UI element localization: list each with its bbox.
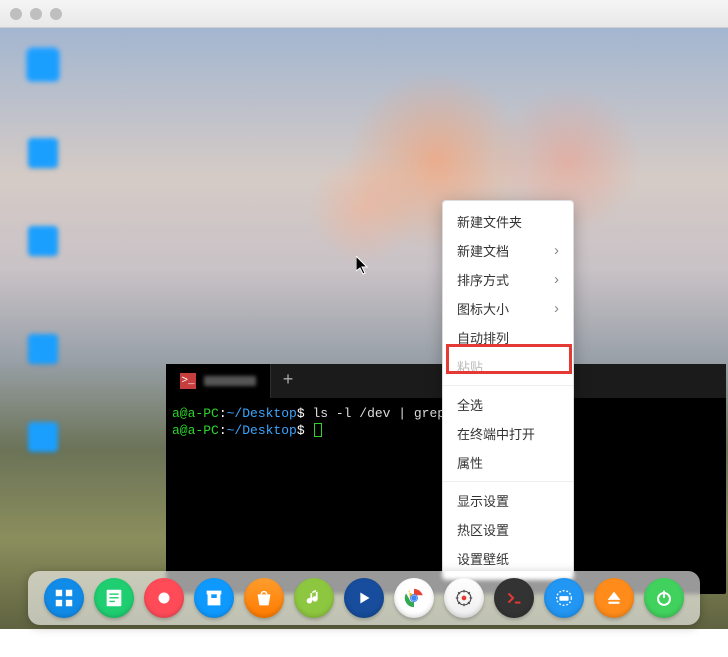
context-menu-item-label: 在终端中打开 — [457, 424, 535, 443]
context-menu-item[interactable]: 热区设置 — [443, 515, 573, 544]
cursor-icon — [356, 256, 372, 276]
dock-terminal-icon[interactable] — [494, 578, 534, 618]
desktop-context-menu: 新建文件夹新建文档排序方式图标大小自动排列粘贴全选在终端中打开属性显示设置热区设… — [442, 200, 574, 580]
context-menu-item[interactable]: 属性 — [443, 448, 573, 477]
context-menu-item[interactable]: 在终端中打开 — [443, 419, 573, 448]
context-menu-item[interactable]: 自动排列 — [443, 323, 573, 352]
dock-music-icon[interactable] — [294, 578, 334, 618]
dock-screen-recorder-icon[interactable] — [144, 578, 184, 618]
dock-appstore-icon[interactable] — [244, 578, 284, 618]
minimize-window-button[interactable] — [30, 8, 42, 20]
context-menu-item[interactable]: 排序方式 — [443, 265, 573, 294]
context-menu-item-label: 属性 — [457, 453, 483, 472]
terminal-tab[interactable]: >_ — [166, 364, 271, 398]
dock-wrap — [0, 567, 728, 629]
terminal-icon: >_ — [180, 373, 196, 389]
context-menu-separator — [443, 481, 573, 482]
terminal-add-tab-button[interactable]: + — [271, 364, 305, 398]
dock-keyboard-icon[interactable] — [544, 578, 584, 618]
terminal-tab-title — [204, 376, 256, 386]
context-menu-item[interactable]: 图标大小 — [443, 294, 573, 323]
desktop-icon[interactable] — [28, 226, 58, 256]
terminal-cursor — [314, 423, 322, 437]
desktop-icon[interactable] — [28, 334, 58, 364]
context-menu-item-label: 设置壁纸 — [457, 549, 509, 568]
context-menu-item-label: 粘贴 — [457, 357, 483, 376]
context-menu-item-label: 新建文件夹 — [457, 212, 522, 231]
dock-removable-media-icon[interactable] — [594, 578, 634, 618]
context-menu-item-label: 显示设置 — [457, 491, 509, 510]
context-menu-item: 粘贴 — [443, 352, 573, 381]
desktop-icon[interactable] — [28, 422, 58, 452]
maximize-window-button[interactable] — [50, 8, 62, 20]
context-menu-item-label: 热区设置 — [457, 520, 509, 539]
dock-chrome-icon[interactable] — [394, 578, 434, 618]
context-menu-item[interactable]: 新建文件夹 — [443, 207, 573, 236]
dock-store-icon[interactable] — [194, 578, 234, 618]
window-titlebar — [0, 0, 728, 28]
dock-settings-icon[interactable] — [444, 578, 484, 618]
context-menu-item[interactable]: 新建文档 — [443, 236, 573, 265]
dock — [28, 571, 700, 625]
context-menu-item-label: 图标大小 — [457, 299, 509, 318]
dock-file-manager-icon[interactable] — [94, 578, 134, 618]
context-menu-separator — [443, 385, 573, 386]
desktop-icons — [28, 50, 58, 452]
context-menu-item-label: 全选 — [457, 395, 483, 414]
desktop-icon[interactable] — [28, 138, 58, 168]
desktop[interactable]: >_ + a@a-PC:~/Desktop$ ls -l /dev | grep… — [0, 28, 728, 629]
context-menu-item[interactable]: 显示设置 — [443, 486, 573, 515]
context-menu-item-label: 新建文档 — [457, 241, 509, 260]
dock-power-icon[interactable] — [644, 578, 684, 618]
context-menu-item-label: 排序方式 — [457, 270, 509, 289]
dock-video-icon[interactable] — [344, 578, 384, 618]
close-window-button[interactable] — [10, 8, 22, 20]
context-menu-item[interactable]: 全选 — [443, 390, 573, 419]
context-menu-item-label: 自动排列 — [457, 328, 509, 347]
dock-launcher-icon[interactable] — [44, 578, 84, 618]
desktop-icon[interactable] — [28, 50, 58, 80]
traffic-lights — [10, 8, 62, 20]
